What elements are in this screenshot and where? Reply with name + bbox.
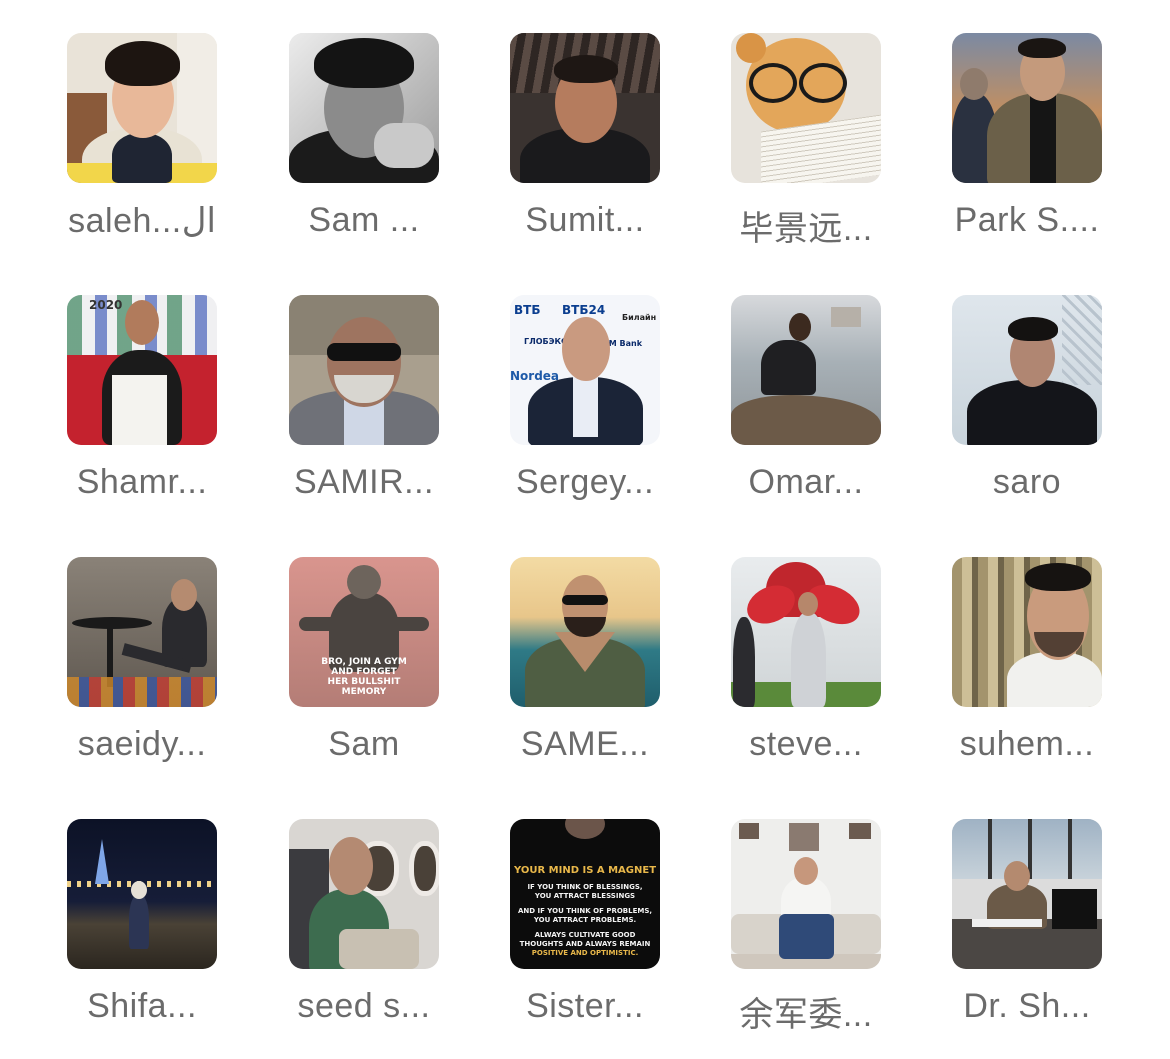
contact-tile[interactable]: saeidy... xyxy=(42,557,242,797)
avatar xyxy=(731,295,881,445)
avatar xyxy=(510,33,660,183)
contact-tile[interactable]: YOUR MIND IS A MAGNET IF YOU THINK OF BL… xyxy=(485,819,685,1059)
contact-tile[interactable]: seed s... xyxy=(264,819,464,1059)
contact-name: Park S.... xyxy=(954,201,1100,239)
avatar xyxy=(289,295,439,445)
quote-line: POSITIVE AND OPTIMISTIC. xyxy=(531,949,639,957)
avatar: 2020 xyxy=(67,295,217,445)
contact-tile[interactable]: SAME... xyxy=(485,557,685,797)
avatar xyxy=(67,557,217,707)
avatar xyxy=(731,819,881,969)
avatar: ВТБ ВТБ24 Билайн ГЛОБЭКС ОМ Bank Nordea xyxy=(510,295,660,445)
contact-tile[interactable]: Omar... xyxy=(706,295,906,535)
avatar xyxy=(289,33,439,183)
bank-logo-text: ГЛОБЭКС xyxy=(524,337,567,346)
avatar xyxy=(289,819,439,969)
avatar xyxy=(731,557,881,707)
contact-tile[interactable]: 余军委... xyxy=(706,819,906,1059)
contact-name: Sister... xyxy=(526,987,644,1025)
bank-logo-text: Билайн xyxy=(622,313,657,322)
contact-tile[interactable]: saleh...ال xyxy=(42,33,242,273)
contact-tile[interactable]: Dr. Sh... xyxy=(927,819,1127,1059)
bank-logo-text: ВТБ xyxy=(514,303,541,317)
contact-name: Shamr... xyxy=(76,463,208,501)
contact-tile[interactable]: Sam ... xyxy=(264,33,464,273)
quote-line: YOU ATTRACT BLESSINGS xyxy=(534,892,636,900)
contact-name: 余军委... xyxy=(739,996,873,1034)
quote-title: YOUR MIND IS A MAGNET xyxy=(513,865,657,876)
quote-line: AND FORGET xyxy=(331,667,397,677)
contact-tile[interactable]: suhem... xyxy=(927,557,1127,797)
contact-name: 毕景远... xyxy=(739,210,873,248)
quote-line: MEMORY xyxy=(341,687,387,697)
contact-name: Shifa... xyxy=(87,987,197,1025)
contact-name: Sergey... xyxy=(515,463,655,501)
contact-name: seed s... xyxy=(297,987,431,1025)
contact-name: Sumit... xyxy=(525,201,645,239)
avatar xyxy=(510,557,660,707)
contact-tile[interactable]: 毕景远... xyxy=(706,33,906,273)
contact-name: saeidy... xyxy=(77,725,207,763)
avatar xyxy=(952,819,1102,969)
contact-name: Omar... xyxy=(748,463,864,501)
contact-tile[interactable]: 2020 Shamr... xyxy=(42,295,242,535)
contact-name: SAME... xyxy=(520,725,650,763)
avatar xyxy=(731,33,881,183)
avatar xyxy=(952,33,1102,183)
quote-line: HER BULLSHIT xyxy=(327,677,401,687)
contact-tile[interactable]: ВТБ ВТБ24 Билайн ГЛОБЭКС ОМ Bank Nordea … xyxy=(485,295,685,535)
contact-tile[interactable]: BRO, JOIN A GYM AND FORGET HER BULLSHIT … xyxy=(264,557,464,797)
contact-name: saleh...ال xyxy=(68,202,216,240)
avatar: YOUR MIND IS A MAGNET IF YOU THINK OF BL… xyxy=(510,819,660,969)
contact-tile[interactable]: saro xyxy=(927,295,1127,535)
quote-line: YOU ATTRACT PROBLEMS. xyxy=(533,916,637,924)
contact-tile[interactable]: steve... xyxy=(706,557,906,797)
contact-tile[interactable]: Sumit... xyxy=(485,33,685,273)
contact-tile[interactable]: Shifa... xyxy=(42,819,242,1059)
contact-tile[interactable]: Park S.... xyxy=(927,33,1127,273)
contact-name: suhem... xyxy=(959,725,1095,763)
contacts-grid: saleh...ال Sam ... Sumit... 毕景远... Park … xyxy=(0,0,1170,1057)
contact-name: Sam xyxy=(328,725,400,763)
avatar xyxy=(67,819,217,969)
quote-line: AND IF YOU THINK OF PROBLEMS, xyxy=(517,907,653,915)
contact-name: SAMIR... xyxy=(293,463,435,501)
contact-name: saro xyxy=(992,463,1062,501)
contact-name: Dr. Sh... xyxy=(963,987,1091,1025)
avatar xyxy=(952,295,1102,445)
avatar: BRO, JOIN A GYM AND FORGET HER BULLSHIT … xyxy=(289,557,439,707)
quote-line: ALWAYS CULTIVATE GOOD xyxy=(534,931,636,939)
contact-tile[interactable]: SAMIR... xyxy=(264,295,464,535)
quote-line: BRO, JOIN A GYM xyxy=(321,657,407,667)
avatar xyxy=(67,33,217,183)
avatar xyxy=(952,557,1102,707)
contact-name: Sam ... xyxy=(308,201,420,239)
bank-logo-text: ВТБ24 xyxy=(562,303,606,317)
quote-line: IF YOU THINK OF BLESSINGS, xyxy=(527,883,643,891)
quote-line: THOUGHTS AND ALWAYS REMAIN xyxy=(519,940,651,948)
contact-name: steve... xyxy=(749,725,863,763)
